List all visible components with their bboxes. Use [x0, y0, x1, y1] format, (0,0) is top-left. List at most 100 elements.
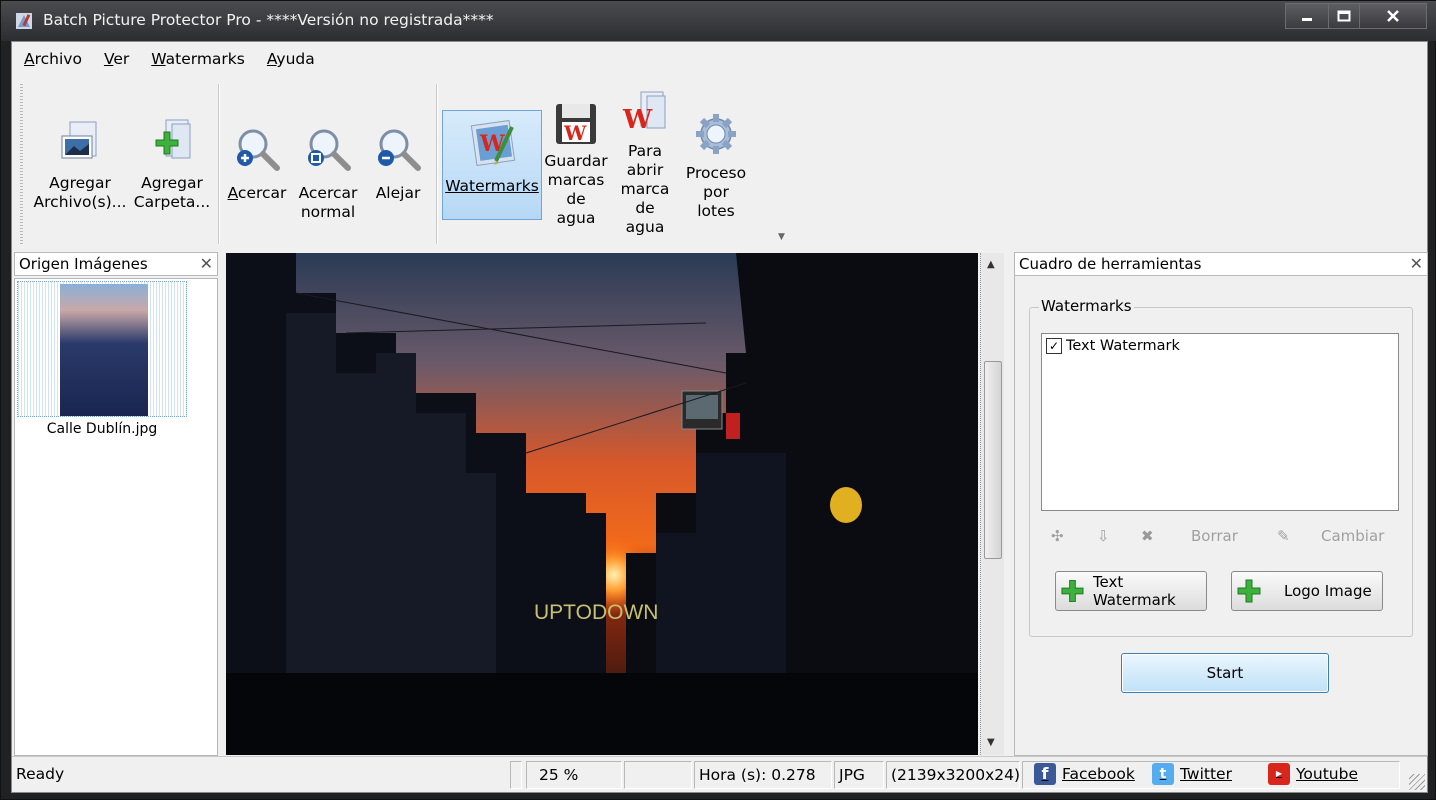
add-folder-button[interactable]: Agregar Carpeta...	[130, 112, 214, 212]
toolbox-panel: Cuadro de herramientas ✕ Watermarks ✓ Te…	[1014, 252, 1428, 756]
zoom-in-icon	[229, 122, 285, 178]
add-folder-icon	[144, 112, 200, 168]
save-watermarks-button[interactable]: W Guardar marcas de agua	[544, 98, 608, 228]
menu-ayuda[interactable]: Ayuda	[267, 50, 315, 72]
preview-photo: UPTODOWN	[226, 253, 978, 755]
change-icon[interactable]: ✎	[1277, 527, 1290, 545]
status-cell-empty	[510, 761, 522, 789]
add-text-watermark-button[interactable]: Text Watermark	[1055, 571, 1207, 611]
minimize-button[interactable]	[1285, 3, 1329, 29]
status-zoom: 25 %	[526, 761, 622, 789]
zoom-normal-button[interactable]: Acercar normal	[294, 122, 362, 222]
watermark-tools-row: ✣ ⇩ ✖ Borrar ✎ Cambiar	[1041, 525, 1399, 551]
thumbnail-image	[60, 284, 148, 416]
window-title: Batch Picture Protector Pro - ****Versió…	[43, 11, 494, 29]
list-item[interactable]: ✓ Text Watermark	[1046, 338, 1180, 354]
twitter-link[interactable]: t Twitter	[1152, 763, 1232, 785]
thumbnail-filename: Calle Dublín.jpg	[46, 421, 158, 437]
delete-button[interactable]: Borrar	[1191, 527, 1238, 545]
move-icon[interactable]: ✣	[1051, 527, 1064, 545]
add-files-button[interactable]: Agregar Archivo(s)...	[30, 112, 130, 212]
add-files-label: Agregar Archivo(s)...	[33, 174, 127, 211]
change-button[interactable]: Cambiar	[1321, 527, 1384, 545]
open-watermark-icon: W	[617, 90, 673, 138]
toolbar-grip[interactable]	[20, 84, 23, 244]
watermark-item-label: Text Watermark	[1066, 338, 1180, 354]
minimize-icon	[1302, 18, 1312, 21]
close-icon	[1387, 10, 1399, 22]
zoom-in-label: Acercar	[227, 184, 287, 202]
svg-text:W: W	[563, 121, 587, 145]
watermarks-label: Watermarks	[445, 177, 539, 195]
status-bar: Ready 25 % Hora (s): 0.278 JPG (2139x320…	[12, 756, 1427, 792]
close-button[interactable]	[1359, 3, 1427, 29]
app-icon	[16, 13, 32, 29]
status-cell-empty	[624, 761, 692, 789]
close-panel-icon[interactable]: ✕	[200, 253, 213, 275]
youtube-link[interactable]: ▶ Youtube	[1268, 763, 1358, 785]
add-folder-label: Agregar Carpeta...	[133, 174, 211, 211]
preview-scrollbar[interactable]: ▲ ▼	[980, 253, 1004, 755]
maximize-button[interactable]	[1328, 3, 1360, 29]
youtube-icon: ▶	[1268, 763, 1290, 785]
watermarks-button[interactable]: W Watermarks	[442, 110, 542, 220]
save-watermarks-label: Guardar marcas de agua	[544, 152, 608, 227]
image-thumbnail[interactable]	[17, 281, 187, 417]
zoom-out-label: Alejar	[375, 184, 421, 202]
scroll-down-icon[interactable]: ▼	[987, 737, 995, 748]
ribbon-separator	[436, 84, 438, 244]
open-watermark-label: Para abrir marca de agua	[620, 142, 670, 236]
status-dimensions: (2139x3200x24)	[886, 761, 1020, 789]
app-window: Batch Picture Protector Pro - ****Versió…	[0, 0, 1436, 800]
plus-icon	[1237, 579, 1261, 603]
ribbon-overflow-chevron-icon[interactable]: ▼	[778, 232, 785, 242]
source-images-title: Origen Imágenes	[19, 255, 148, 273]
add-logo-image-label: Logo Image	[1284, 582, 1372, 600]
add-text-watermark-label: Text Watermark	[1092, 573, 1176, 609]
status-format: JPG	[834, 761, 884, 789]
close-panel-icon[interactable]: ✕	[1410, 253, 1423, 275]
plus-icon	[1061, 579, 1084, 603]
maximize-icon	[1337, 10, 1351, 22]
batch-process-label: Proceso por lotes	[685, 164, 747, 220]
gear-icon	[688, 108, 744, 160]
status-time: Hora (s): 0.278	[694, 761, 832, 789]
menu-archivo[interactable]: Archivo	[24, 50, 82, 72]
menu-watermarks[interactable]: Watermarks	[151, 50, 245, 72]
delete-icon[interactable]: ✖	[1141, 527, 1154, 545]
add-logo-image-button[interactable]: Logo Image	[1231, 571, 1383, 611]
toolbox-header: Cuadro de herramientas ✕	[1014, 252, 1428, 276]
zoom-out-icon	[370, 122, 426, 178]
status-ready: Ready	[16, 765, 65, 783]
watermark-checkbox[interactable]: ✓	[1046, 338, 1062, 354]
watermark-overlay-text: UPTODOWN	[534, 601, 658, 624]
client-area: Archivo Ver Watermarks Ayuda Agregar Arc…	[11, 41, 1428, 793]
start-button[interactable]: Start	[1121, 653, 1329, 693]
svg-text:W: W	[622, 105, 653, 135]
menu-bar: Archivo Ver Watermarks Ayuda	[24, 50, 337, 72]
zoom-normal-label: Acercar normal	[298, 184, 358, 221]
watermark-list[interactable]: ✓ Text Watermark	[1041, 333, 1399, 511]
open-watermark-button[interactable]: W Para abrir marca de agua	[614, 90, 676, 237]
image-preview[interactable]: UPTODOWN	[226, 253, 978, 755]
save-watermarks-icon: W	[548, 98, 604, 150]
zoom-normal-icon	[300, 122, 356, 178]
batch-process-button[interactable]: Proceso por lotes	[682, 108, 750, 221]
source-images-header: Origen Imágenes ✕	[14, 252, 218, 276]
title-bar[interactable]: Batch Picture Protector Pro - ****Versió…	[1, 1, 1436, 41]
toolbox-title: Cuadro de herramientas	[1019, 255, 1202, 273]
zoom-in-button[interactable]: Acercar	[226, 122, 288, 203]
scroll-up-icon[interactable]: ▲	[987, 259, 995, 270]
scrollbar-thumb[interactable]	[984, 361, 1002, 559]
menu-ver[interactable]: Ver	[104, 50, 129, 72]
facebook-icon: f	[1034, 763, 1056, 785]
source-images-panel: Calle Dublín.jpg	[14, 278, 218, 756]
zoom-out-button[interactable]: Alejar	[368, 122, 428, 203]
youtube-label: Youtube	[1296, 765, 1358, 783]
watermarks-icon: W	[464, 115, 520, 171]
resize-grip-icon[interactable]	[1409, 774, 1425, 790]
twitter-icon: t	[1152, 763, 1174, 785]
facebook-link[interactable]: f Facebook	[1034, 763, 1135, 785]
watermarks-group-title: Watermarks	[1039, 297, 1134, 315]
arrow-down-icon[interactable]: ⇩	[1097, 527, 1110, 545]
